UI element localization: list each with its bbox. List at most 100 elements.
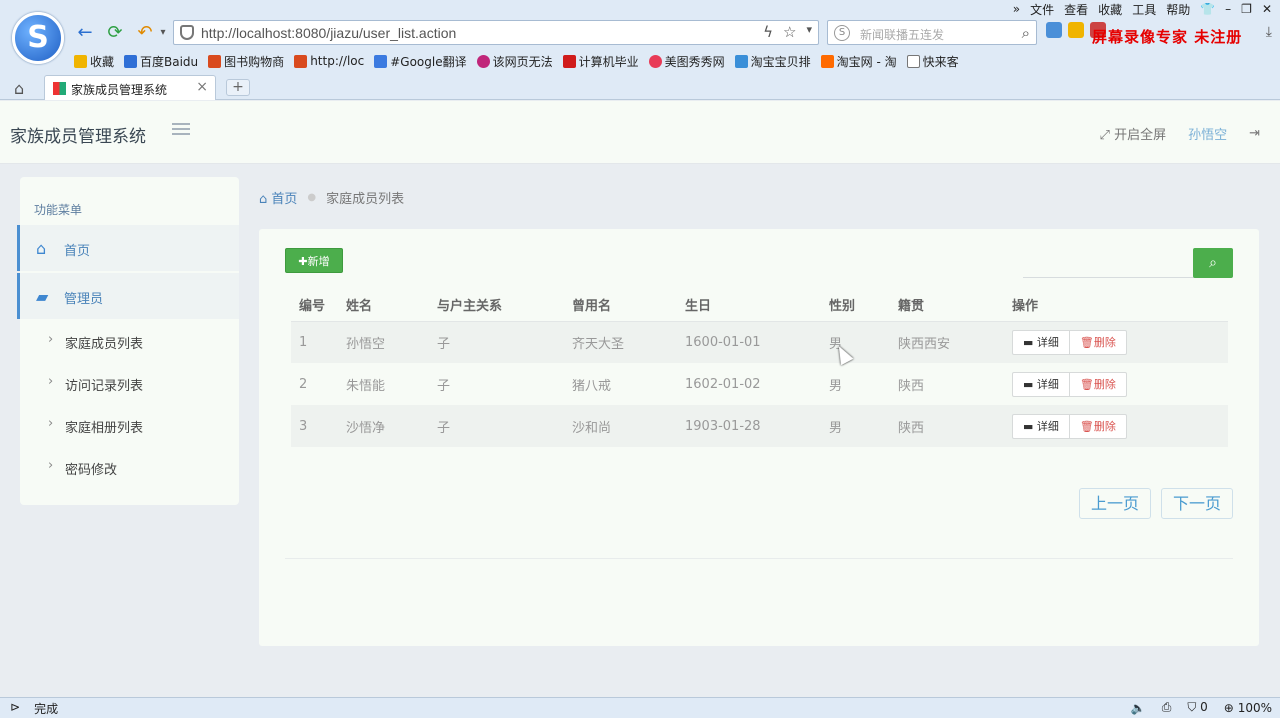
cell-relation: 子	[437, 378, 451, 394]
refresh-icon[interactable]: ⟳	[104, 22, 126, 44]
detail-button[interactable]: ▬ 详细	[1012, 329, 1070, 355]
bookmark-item[interactable]: 图书购物商	[208, 53, 284, 70]
bookmark-item[interactable]: 收藏	[74, 53, 114, 70]
home-icon[interactable]: ⌂	[14, 79, 24, 98]
extension-icon[interactable]	[1068, 22, 1084, 38]
zoom-indicator[interactable]: ⊕ 100%	[1224, 701, 1272, 715]
bookmark-item[interactable]: 淘宝宝贝排	[734, 53, 811, 70]
search-icon[interactable]: ⌕	[1022, 24, 1030, 42]
breadcrumb-separator: ●	[307, 192, 317, 203]
bookmark-bar: 收藏 百度Baidu 图书购物商 http://loc #Google翻译 该网…	[74, 52, 959, 70]
new-tab-button[interactable]: +	[226, 79, 250, 96]
cell-relation: 子	[429, 405, 564, 447]
bookmark-item[interactable]: 快来客	[906, 53, 959, 70]
browser-logo-icon[interactable]: S	[12, 12, 64, 64]
menu-more[interactable]: »	[1013, 2, 1020, 16]
address-text[interactable]: http://localhost:8080/jiazu/user_list.ac…	[201, 25, 456, 41]
cell-birthday: 1600-01-01	[677, 321, 821, 363]
plus-icon: ✚	[298, 255, 308, 268]
add-button[interactable]: ✚新增	[285, 248, 343, 273]
bookmark-icon	[562, 54, 576, 68]
trash-icon: 🗑	[1079, 335, 1094, 349]
menu-help[interactable]: 帮助	[1166, 1, 1190, 18]
home-icon: ⌂	[36, 239, 47, 258]
bookmark-item[interactable]: http://loc	[294, 54, 364, 68]
lightning-icon[interactable]: ϟ	[763, 23, 773, 41]
minimize-icon[interactable]: –	[1225, 2, 1231, 16]
paw-icon	[124, 54, 138, 68]
star-icon[interactable]: ☆	[783, 23, 796, 41]
bookmark-item[interactable]: 计算机毕业	[562, 53, 639, 70]
bookmark-item[interactable]: #Google翻译	[374, 53, 467, 70]
column-header: 性别	[821, 289, 890, 322]
back-icon[interactable]: ←	[74, 22, 96, 44]
tab-strip: ⌂ 家族成员管理系统 × +	[0, 75, 1280, 100]
user-table: 编号 姓名 与户主关系 曾用名 生日 性别 籍贯 操作 1 孙悟空 子 齐天大圣…	[291, 289, 1228, 447]
cell-former-name: 沙和尚	[564, 405, 677, 447]
status-text: 完成	[34, 702, 59, 716]
address-bar[interactable]: http://localhost:8080/jiazu/user_list.ac…	[173, 20, 819, 45]
sidebar-item-home[interactable]: ⌂ 首页	[17, 225, 239, 271]
print-icon[interactable]: ⎙	[1162, 700, 1172, 715]
delete-button[interactable]: 🗑删除	[1069, 329, 1127, 355]
cell-name: 沙悟净	[338, 405, 429, 447]
breadcrumb-home[interactable]: ⌂ 首页	[259, 188, 297, 207]
search-button[interactable]: ⌕	[1193, 248, 1233, 278]
cell-gender: 男	[829, 378, 843, 394]
delete-button[interactable]: 🗑删除	[1069, 413, 1127, 439]
bookmark-item[interactable]: 该网页无法	[476, 53, 553, 70]
sidebar-item-family-album[interactable]: › 家庭相册列表	[20, 410, 239, 440]
menu-file[interactable]: 文件	[1030, 1, 1054, 18]
search-engine-icon[interactable]: S	[834, 25, 850, 41]
close-window-icon[interactable]: ✕	[1262, 2, 1272, 16]
security-indicator[interactable]: ⛉ 0	[1187, 700, 1207, 715]
search-input[interactable]	[1023, 248, 1195, 278]
shield-icon: ⛉	[1187, 700, 1197, 714]
column-header: 生日	[677, 289, 821, 322]
volume-icon[interactable]: 🔈	[1131, 701, 1146, 715]
sidebar-heading: 功能菜单	[34, 203, 83, 217]
search-placeholder: 新闻联播五连发	[860, 28, 945, 42]
username-link[interactable]: 孙悟空	[1188, 124, 1227, 143]
sidebar-item-change-password[interactable]: › 密码修改	[20, 452, 239, 482]
shirt-icon[interactable]: 👕	[1200, 2, 1215, 16]
sidebar-item-family-members[interactable]: › 家庭成员列表	[20, 326, 239, 356]
detail-button[interactable]: ▬ 详细	[1012, 413, 1070, 439]
arrow-down-icon[interactable]: ⤓	[1266, 24, 1272, 40]
sidebar-item-admin[interactable]: ▰ 管理员	[17, 273, 239, 319]
next-page-button[interactable]: 下一页	[1160, 488, 1233, 519]
page-icon	[906, 54, 920, 68]
bookmark-item[interactable]: 美图秀秀网	[648, 53, 725, 70]
camera-icon: ▬	[1023, 419, 1034, 433]
browser-search[interactable]: S 新闻联播五连发 ⌕	[827, 20, 1037, 45]
fullscreen-button[interactable]: ⤢ 开启全屏	[1100, 124, 1167, 143]
logout-icon[interactable]: ⇥	[1249, 126, 1260, 141]
browser-tab[interactable]: 家族成员管理系统 ×	[44, 75, 216, 100]
bookmark-item[interactable]: 百度Baidu	[124, 53, 198, 70]
menu-tools[interactable]: 工具	[1132, 1, 1156, 18]
chevron-down-icon[interactable]: ▾	[152, 22, 174, 44]
prev-page-button[interactable]: 上一页	[1078, 488, 1151, 519]
chevron-right-icon: ›	[48, 374, 54, 389]
bookmark-item[interactable]: 淘宝网 - 淘	[820, 53, 897, 70]
status-bar: ⊳ 完成 🔈 ⎙ ⛉ 0 ⊕ 100%	[0, 697, 1280, 718]
menu-toggle-icon[interactable]	[172, 123, 190, 139]
menu-favorites[interactable]: 收藏	[1098, 1, 1122, 18]
detail-button[interactable]: ▬ 详细	[1012, 371, 1070, 397]
search-icon: ⌕	[1209, 255, 1217, 271]
close-icon[interactable]: ×	[196, 79, 208, 95]
expand-icon: ⤢	[1099, 128, 1110, 143]
extension-icon[interactable]	[1046, 22, 1062, 38]
column-header: 编号	[291, 289, 338, 322]
zoom-icon: ⊕	[1223, 700, 1234, 715]
sidebar-toggle-icon[interactable]: ⊳	[10, 700, 20, 717]
column-header: 与户主关系	[429, 289, 564, 322]
chevron-right-icon: ›	[48, 458, 54, 473]
cell-hometown: 陕西西安	[890, 321, 1004, 363]
delete-button[interactable]: 🗑删除	[1069, 371, 1127, 397]
menu-view[interactable]: 查看	[1064, 1, 1088, 18]
cell-birthday: 1903-01-28	[677, 405, 821, 447]
dropdown-icon[interactable]: ▾	[806, 23, 812, 41]
sidebar-item-visit-records[interactable]: › 访问记录列表	[20, 368, 239, 398]
restore-icon[interactable]: ❐	[1241, 2, 1252, 16]
